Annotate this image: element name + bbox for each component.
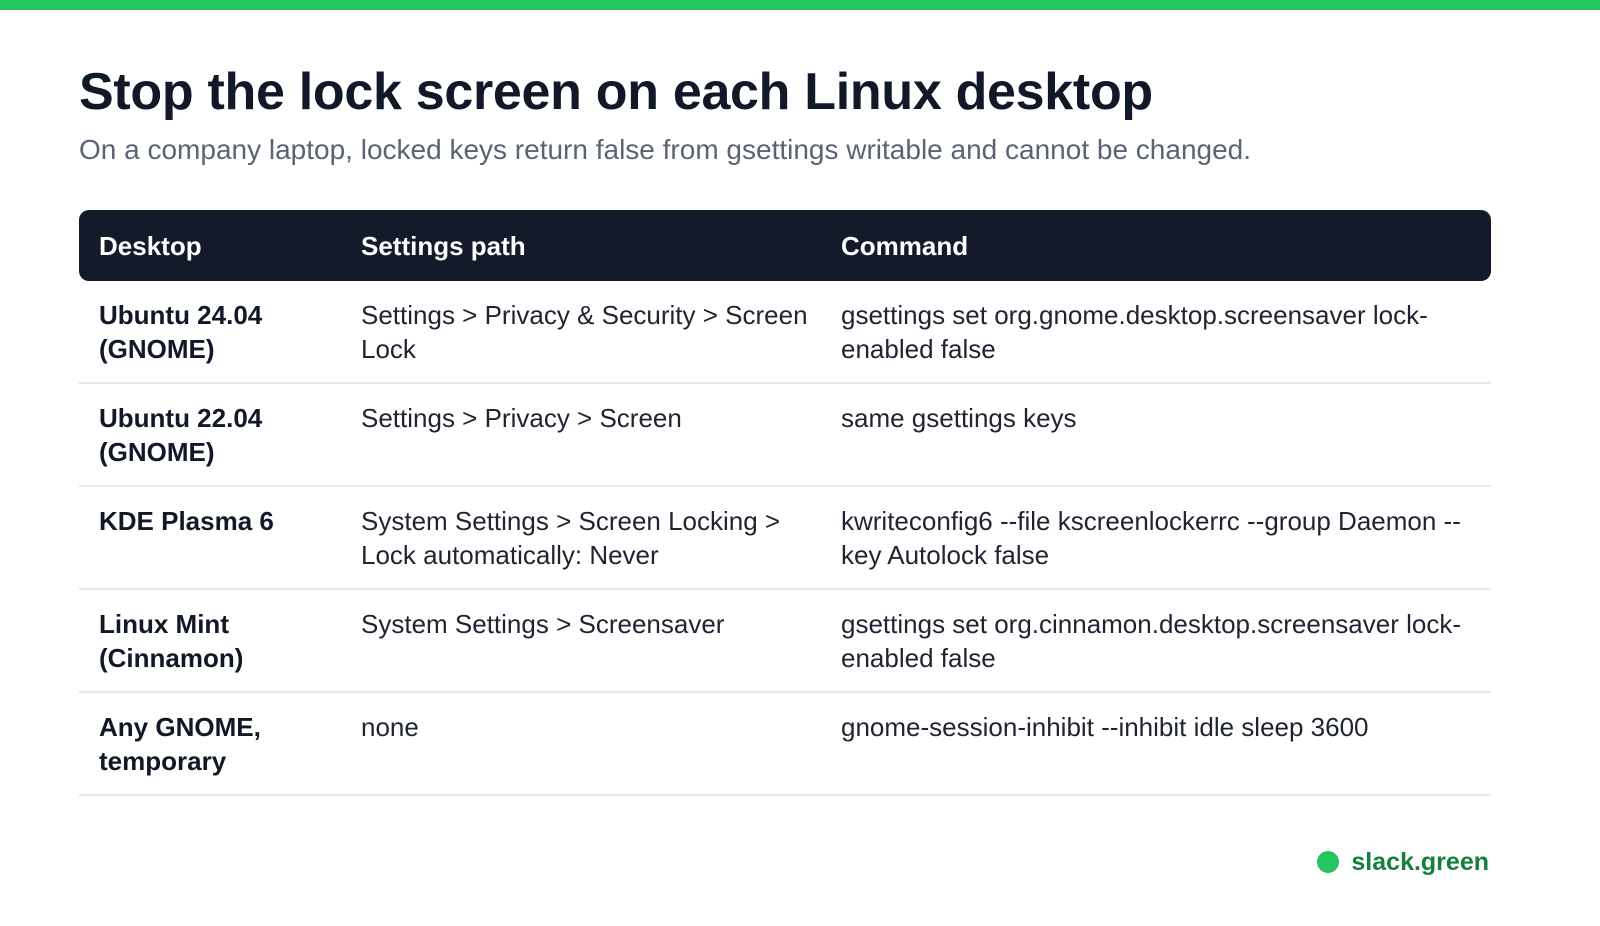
desktop-cell: Ubuntu 24.04 (GNOME) [99,300,263,364]
command-cell: gsettings set org.cinnamon.desktop.scree… [841,609,1461,673]
table-row: Ubuntu 22.04 (GNOME) Settings > Privacy … [79,384,1491,487]
brand-name: slack.green [1351,848,1489,876]
command-cell: gsettings set org.gnome.desktop.screensa… [841,300,1428,364]
desktop-cell: Linux Mint (Cinnamon) [99,609,244,673]
table-header: Desktop Settings path Command [79,210,1491,281]
settings-path-cell: System Settings > Screensaver [361,609,725,639]
header-command: Command [841,230,969,261]
header-desktop: Desktop [99,230,202,261]
desktop-cell: KDE Plasma 6 [99,506,274,536]
command-cell: same gsettings keys [841,403,1077,433]
command-cell: kwriteconfig6 --file kscreenlockerrc --g… [841,506,1461,570]
command-cell: gnome-session-inhibit --inhibit idle sle… [841,712,1369,742]
top-accent-bar [0,0,1600,10]
lock-screen-table: Desktop Settings path Command Ubuntu 24.… [79,210,1491,796]
table-row: KDE Plasma 6 System Settings > Screen Lo… [79,487,1491,590]
settings-path-cell: Settings > Privacy > Screen [361,403,682,433]
table-row: Any GNOME, temporary none gnome-session-… [79,693,1491,796]
page-subtitle: On a company laptop, locked keys return … [79,134,1252,165]
brand-mark: slack.green [1317,847,1489,877]
page-title: Stop the lock screen on each Linux deskt… [79,63,1153,121]
header-settings-path: Settings path [361,230,526,261]
settings-path-cell: System Settings > Screen Locking > Lock … [361,506,781,570]
desktop-cell: Any GNOME, temporary [99,712,261,776]
settings-path-cell: none [361,712,419,742]
green-dot-icon [1317,851,1340,873]
settings-path-cell: Settings > Privacy & Security > Screen L… [361,300,808,364]
desktop-cell: Ubuntu 22.04 (GNOME) [99,403,263,467]
table-row: Ubuntu 24.04 (GNOME) Settings > Privacy … [79,281,1491,384]
table-row: Linux Mint (Cinnamon) System Settings > … [79,590,1491,693]
